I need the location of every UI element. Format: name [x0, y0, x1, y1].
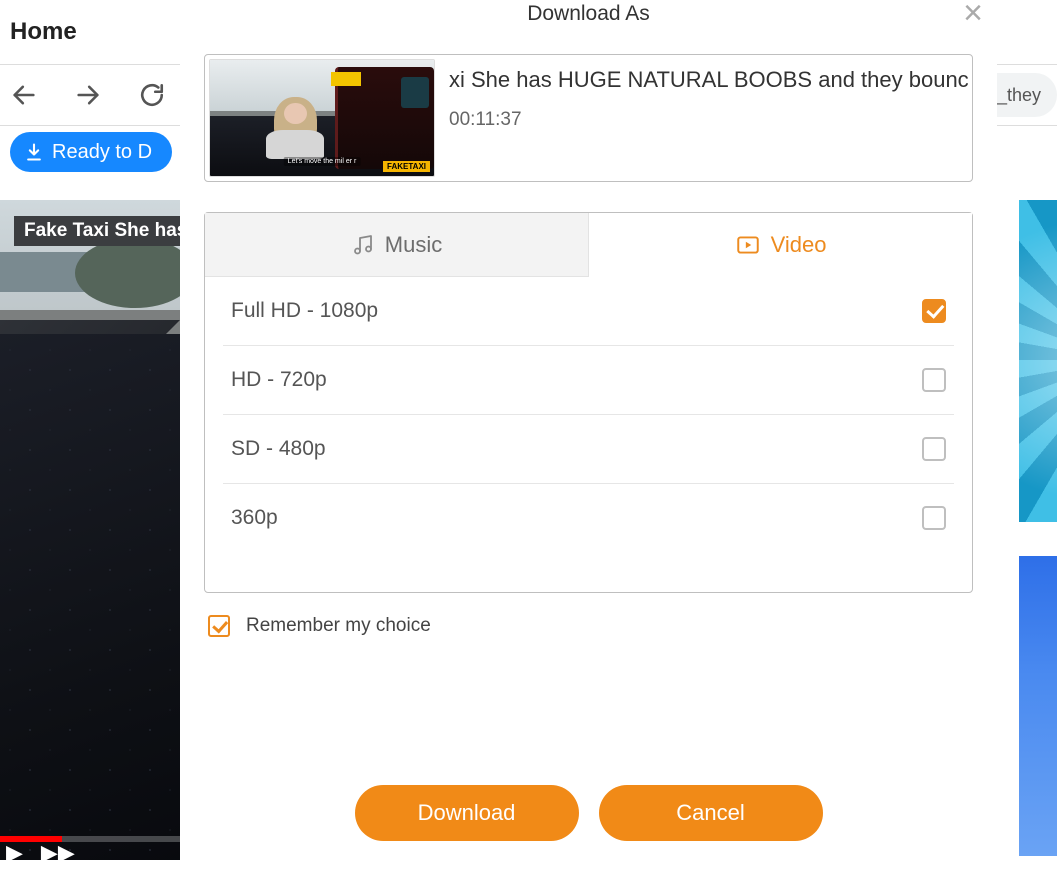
quality-checkbox[interactable]	[922, 299, 946, 323]
download-arrow-icon	[24, 142, 44, 162]
quality-row[interactable]: Full HD - 1080p	[223, 277, 954, 346]
tab-video-label: Video	[771, 232, 827, 258]
video-icon	[735, 232, 761, 258]
quality-row[interactable]: HD - 720p	[223, 346, 954, 415]
quality-label: SD - 480p	[231, 437, 326, 461]
quality-label: HD - 720p	[231, 368, 327, 392]
modal-title: Download As	[527, 2, 650, 25]
remember-checkbox[interactable]	[208, 615, 230, 637]
item-info: Let's move the mil er r FAKETAXI xi She …	[204, 54, 973, 182]
tab-video[interactable]: Video	[589, 213, 972, 277]
music-icon	[351, 233, 375, 257]
ready-download-label: Ready to D	[52, 141, 152, 164]
tab-music-label: Music	[385, 232, 442, 258]
sidebar-ad-1[interactable]	[1019, 200, 1057, 522]
quality-row[interactable]: 360p	[223, 484, 954, 552]
remember-choice[interactable]: Remember my choice	[208, 615, 969, 637]
video-thumbnail: Let's move the mil er r FAKETAXI	[209, 59, 435, 177]
download-button[interactable]: Download	[355, 785, 579, 841]
sidebar-ad-2[interactable]	[1019, 556, 1057, 856]
reload-icon	[139, 82, 165, 108]
format-tabs: Music Video	[205, 213, 972, 277]
forward-button[interactable]	[68, 75, 108, 115]
item-title: xi She has HUGE NATURAL BOOBS and they b…	[449, 67, 968, 93]
arrow-right-icon	[74, 81, 102, 109]
modal-header: Download As ×	[180, 0, 997, 36]
home-label[interactable]: Home	[10, 18, 77, 46]
close-icon[interactable]: ×	[963, 0, 983, 30]
quality-label: Full HD - 1080p	[231, 299, 378, 323]
format-panel: Music Video Full HD - 1080p HD - 720p SD -…	[204, 212, 973, 593]
remember-label: Remember my choice	[246, 615, 431, 637]
thumbnail-caption: Let's move the mil er r	[284, 157, 361, 166]
video-title-chip: Fake Taxi She has	[14, 216, 197, 246]
quality-row[interactable]: SD - 480p	[223, 415, 954, 484]
quality-label: 360p	[231, 506, 278, 530]
player-art-tree	[75, 238, 195, 308]
quality-list: Full HD - 1080p HD - 720p SD - 480p 360p	[205, 277, 972, 592]
url-fragment: l_they	[993, 85, 1041, 106]
back-button[interactable]	[4, 75, 44, 115]
thumbnail-badge: FAKETAXI	[383, 161, 430, 172]
cancel-button[interactable]: Cancel	[599, 785, 823, 841]
quality-checkbox[interactable]	[922, 368, 946, 392]
tab-music[interactable]: Music	[205, 213, 589, 277]
quality-checkbox[interactable]	[922, 437, 946, 461]
play-icon[interactable]: ▶	[6, 840, 23, 866]
modal-actions: Download Cancel	[180, 785, 997, 841]
item-duration: 00:11:37	[449, 109, 968, 131]
player-controls: ▶ ▶▶	[6, 840, 75, 866]
reload-button[interactable]	[132, 75, 172, 115]
arrow-left-icon	[10, 81, 38, 109]
next-icon[interactable]: ▶▶	[41, 840, 75, 866]
download-modal: Download As × Let's move the mil er r FA…	[180, 0, 997, 871]
quality-checkbox[interactable]	[922, 506, 946, 530]
ready-download-button[interactable]: Ready to D	[10, 132, 172, 172]
